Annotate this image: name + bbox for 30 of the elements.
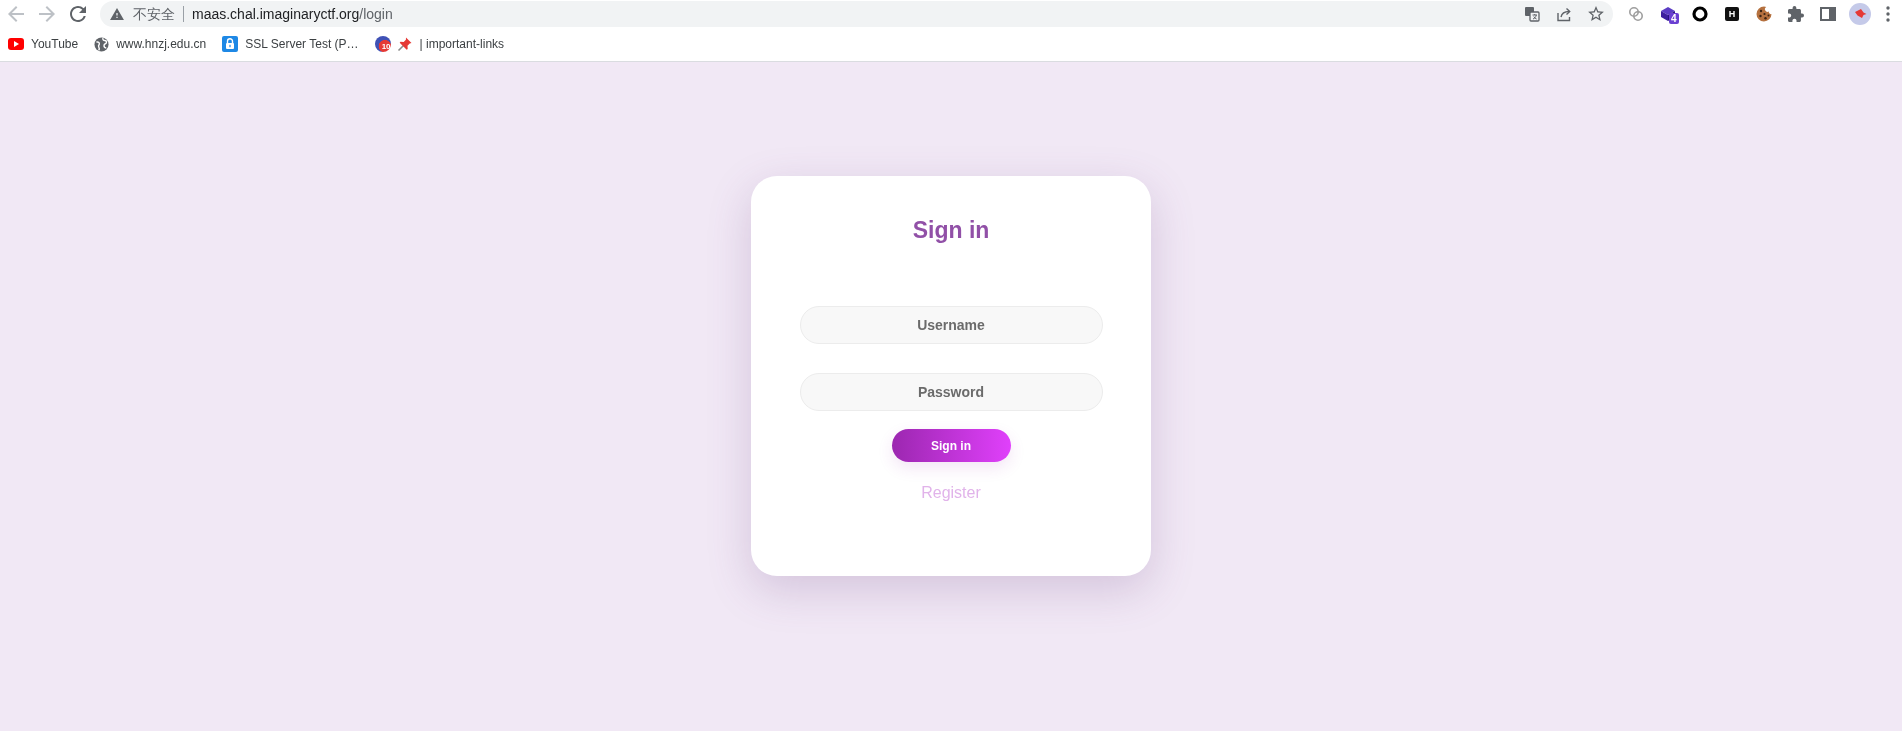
pushpin-icon (396, 36, 413, 52)
reload-icon[interactable] (70, 5, 86, 22)
profile-avatar-icon[interactable] (1849, 2, 1871, 25)
puzzle-icon[interactable] (1788, 5, 1804, 22)
sign-in-button[interactable]: Sign in (891, 429, 1011, 462)
extension-button[interactable]: H (1725, 6, 1739, 21)
share-icon[interactable] (1556, 5, 1572, 22)
password-field[interactable]: Password (799, 373, 1103, 411)
address-bar[interactable]: 不安全 maas.chal.imaginaryctf.org/login (100, 0, 1613, 27)
bookmark-link[interactable]: 10 | important-links (366, 30, 513, 58)
ring-icon[interactable] (1692, 5, 1708, 22)
star-icon[interactable] (1588, 6, 1604, 21)
video-play-icon (8, 38, 24, 50)
extension-badge: 4 (1669, 13, 1679, 24)
warning-icon (110, 7, 124, 20)
sign-in-heading: Sign in (912, 216, 990, 245)
username-field[interactable]: Username (799, 306, 1103, 344)
counter-favicon: 10 (374, 36, 391, 52)
side-panel-icon[interactable] (1820, 6, 1836, 21)
security-label: 不安全 (133, 4, 175, 23)
globe-icon (94, 36, 110, 52)
linked-circles-icon[interactable] (1628, 5, 1644, 22)
bookmark-link[interactable]: SSL Server Test (P… (214, 30, 367, 58)
lock-icon (222, 36, 239, 52)
menu-icon[interactable] (1886, 5, 1890, 22)
translate-icon[interactable] (1524, 5, 1540, 22)
cookie-icon[interactable] (1756, 5, 1772, 22)
bookmark-link[interactable]: www.hnzj.edu.cn (86, 30, 215, 58)
url-text: maas.chal.imaginaryctf.org/login (192, 4, 393, 23)
bookmark-link[interactable]: YouTube (0, 30, 87, 58)
